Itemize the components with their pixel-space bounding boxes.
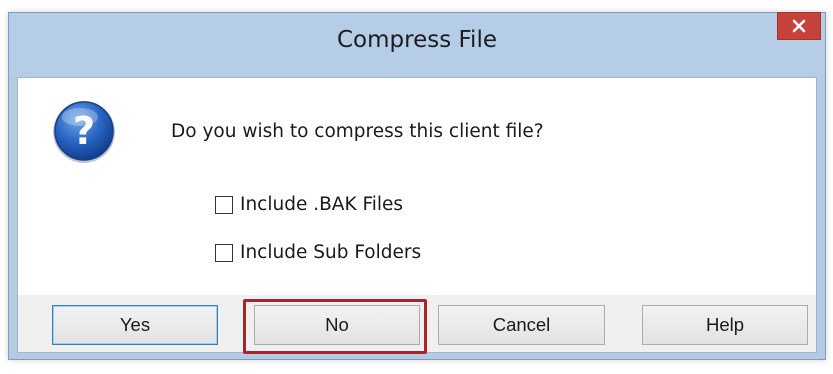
dialog-message: Do you wish to compress this client file… [171,121,544,142]
include-bak-label[interactable]: Include .BAK Files [240,194,403,215]
dialog-title: Compress File [336,27,497,53]
help-button[interactable]: Help [642,305,808,345]
include-subfolders-label[interactable]: Include Sub Folders [240,242,421,263]
yes-button[interactable]: Yes [52,305,218,345]
include-bak-checkbox[interactable] [215,195,233,214]
close-button[interactable] [777,12,821,40]
include-subfolders-checkbox[interactable] [215,243,233,262]
button-bar: Yes No Cancel Help [18,295,816,354]
compress-file-dialog: Compress File ? Do you wish to compress … [8,12,826,360]
title-bar[interactable]: Compress File [9,12,825,77]
include-subfolders-option[interactable]: Include Sub Folders [215,242,421,263]
cancel-button[interactable]: Cancel [438,305,605,345]
close-icon [792,19,806,33]
svg-text:?: ? [73,109,95,153]
dialog-body: ? Do you wish to compress this client fi… [17,77,817,354]
question-icon: ? [53,101,115,163]
include-bak-option[interactable]: Include .BAK Files [215,194,403,215]
no-button[interactable]: No [254,305,420,345]
